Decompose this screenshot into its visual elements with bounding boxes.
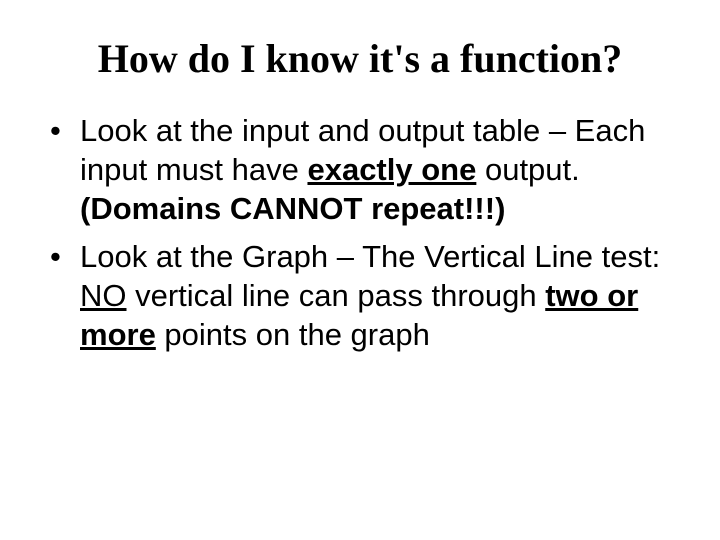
text-segment: points on the graph bbox=[156, 317, 430, 352]
slide-title: How do I know it's a function? bbox=[40, 35, 680, 82]
list-item: Look at the Graph – The Vertical Line te… bbox=[40, 238, 680, 354]
emphasized-text: exactly one bbox=[307, 152, 476, 187]
text-segment: Look at the Graph – The Vertical Line te… bbox=[80, 239, 660, 274]
underlined-text: NO bbox=[80, 278, 127, 313]
bullet-list: Look at the input and output table – Eac… bbox=[40, 112, 680, 355]
list-item: Look at the input and output table – Eac… bbox=[40, 112, 680, 228]
bold-text: (Domains CANNOT repeat!!!) bbox=[80, 191, 505, 226]
text-segment: vertical line can pass through bbox=[127, 278, 546, 313]
text-segment: output. bbox=[476, 152, 579, 187]
